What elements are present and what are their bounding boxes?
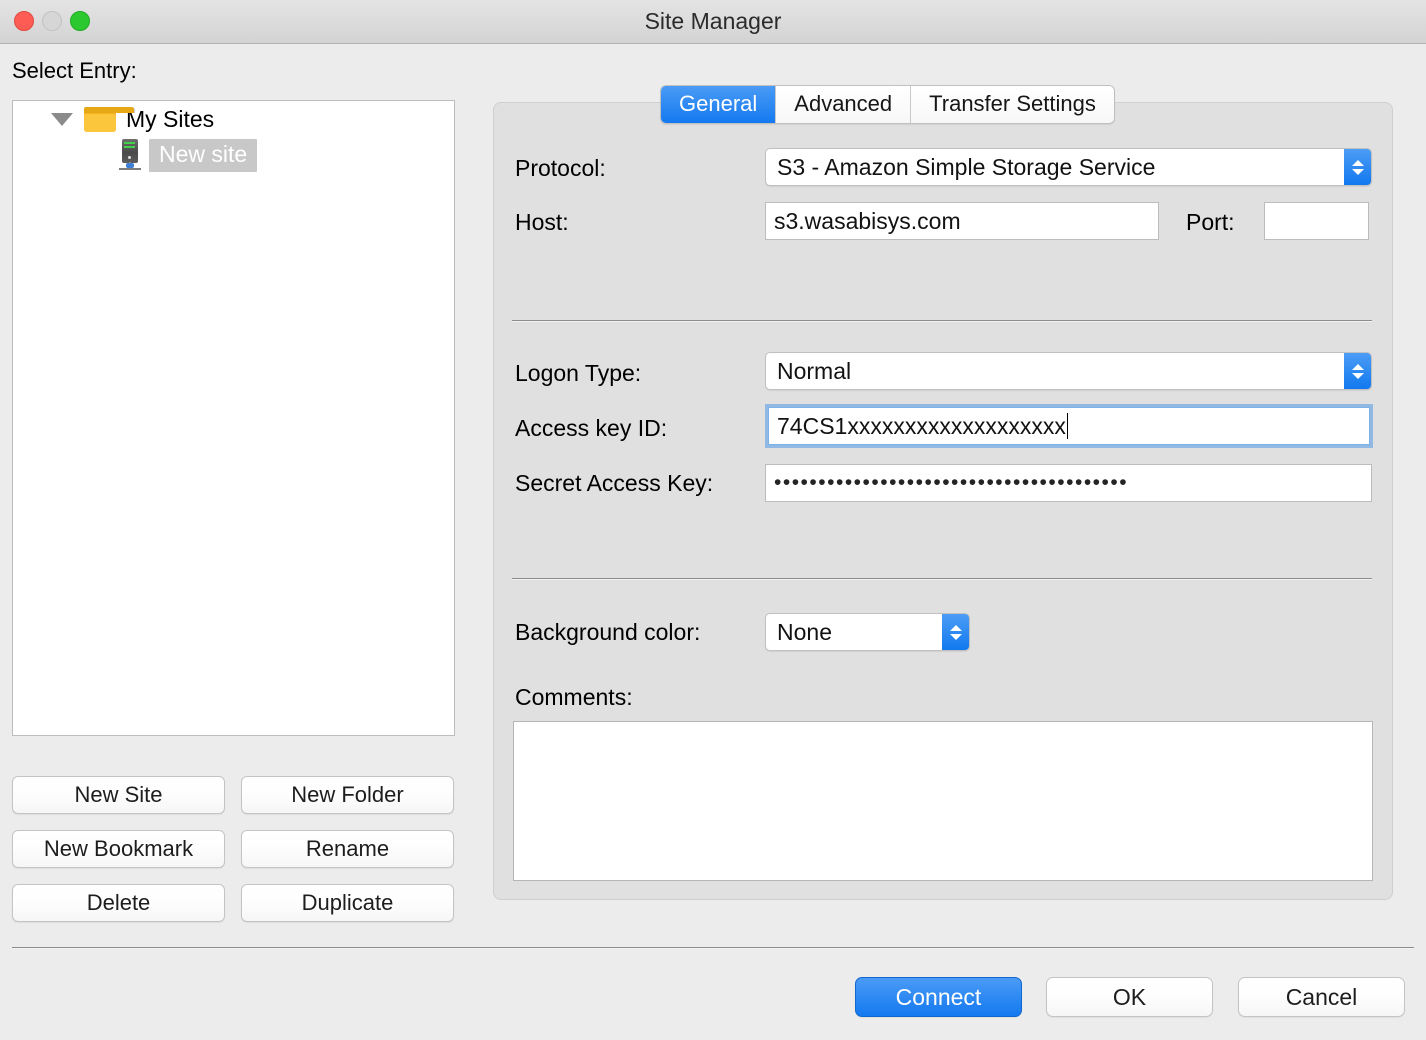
folder-icon xyxy=(84,106,135,132)
tree-label-my-sites: My Sites xyxy=(126,105,215,132)
tab-bar: General Advanced Transfer Settings xyxy=(660,85,1115,124)
tree-row-new-site[interactable]: New site xyxy=(13,137,454,173)
window-title: Site Manager xyxy=(644,8,782,34)
cancel-button[interactable]: Cancel xyxy=(1238,977,1405,1017)
title-bar: Site Manager xyxy=(0,0,1426,44)
separator-2 xyxy=(512,578,1372,580)
logon-type-value: Normal xyxy=(777,357,852,384)
separator-1 xyxy=(512,320,1372,322)
protocol-stepper-icon[interactable] xyxy=(1344,149,1371,185)
logon-type-select[interactable]: Normal xyxy=(765,352,1372,390)
new-folder-button[interactable]: New Folder xyxy=(241,776,454,814)
tree-label-new-site: New site xyxy=(149,138,258,172)
comments-label: Comments: xyxy=(515,684,633,710)
host-value: s3.wasabisys.com xyxy=(774,207,961,234)
background-color-select[interactable]: None xyxy=(765,613,970,651)
site-tree[interactable]: My Sites New site xyxy=(12,100,455,736)
access-key-id-value: 74CS1xxxxxxxxxxxxxxxxxxx xyxy=(777,412,1066,439)
rename-button[interactable]: Rename xyxy=(241,830,454,868)
text-caret xyxy=(1066,413,1068,439)
access-key-id-label: Access key ID: xyxy=(515,415,668,441)
server-icon xyxy=(117,139,143,171)
port-label: Port: xyxy=(1186,209,1235,235)
port-input[interactable] xyxy=(1264,202,1369,240)
background-color-value: None xyxy=(777,618,832,645)
secret-access-key-input[interactable]: •••••••••••••••••••••••••••••••••••••••• xyxy=(765,464,1372,502)
protocol-label: Protocol: xyxy=(515,155,606,181)
protocol-select[interactable]: S3 - Amazon Simple Storage Service xyxy=(765,148,1372,186)
ok-button[interactable]: OK xyxy=(1046,977,1213,1017)
tab-general[interactable]: General xyxy=(661,86,777,123)
new-site-button[interactable]: New Site xyxy=(12,776,225,814)
background-color-label: Background color: xyxy=(515,619,701,645)
connect-button[interactable]: Connect xyxy=(855,977,1022,1017)
delete-button[interactable]: Delete xyxy=(12,884,225,922)
new-bookmark-button[interactable]: New Bookmark xyxy=(12,830,225,868)
footer-separator xyxy=(12,947,1414,949)
logon-type-label: Logon Type: xyxy=(515,360,642,386)
protocol-value: S3 - Amazon Simple Storage Service xyxy=(777,153,1156,180)
chevron-down-icon[interactable] xyxy=(51,112,73,126)
select-entry-label: Select Entry: xyxy=(12,58,137,83)
access-key-id-input[interactable]: 74CS1xxxxxxxxxxxxxxxxxxx xyxy=(765,404,1373,448)
logon-type-stepper-icon[interactable] xyxy=(1344,353,1371,389)
host-label: Host: xyxy=(515,209,569,235)
tab-advanced[interactable]: Advanced xyxy=(776,86,912,123)
tab-transfer-settings[interactable]: Transfer Settings xyxy=(911,86,1114,123)
background-color-stepper-icon[interactable] xyxy=(942,614,969,650)
secret-access-key-value: •••••••••••••••••••••••••••••••••••••••• xyxy=(774,471,1129,494)
tree-row-my-sites[interactable]: My Sites xyxy=(13,101,454,137)
duplicate-button[interactable]: Duplicate xyxy=(241,884,454,922)
host-input[interactable]: s3.wasabisys.com xyxy=(765,202,1159,240)
secret-access-key-label: Secret Access Key: xyxy=(515,470,714,496)
comments-textarea[interactable] xyxy=(513,721,1373,881)
site-manager-window: Site Manager Select Entry: My Sites New … xyxy=(0,0,1426,1040)
